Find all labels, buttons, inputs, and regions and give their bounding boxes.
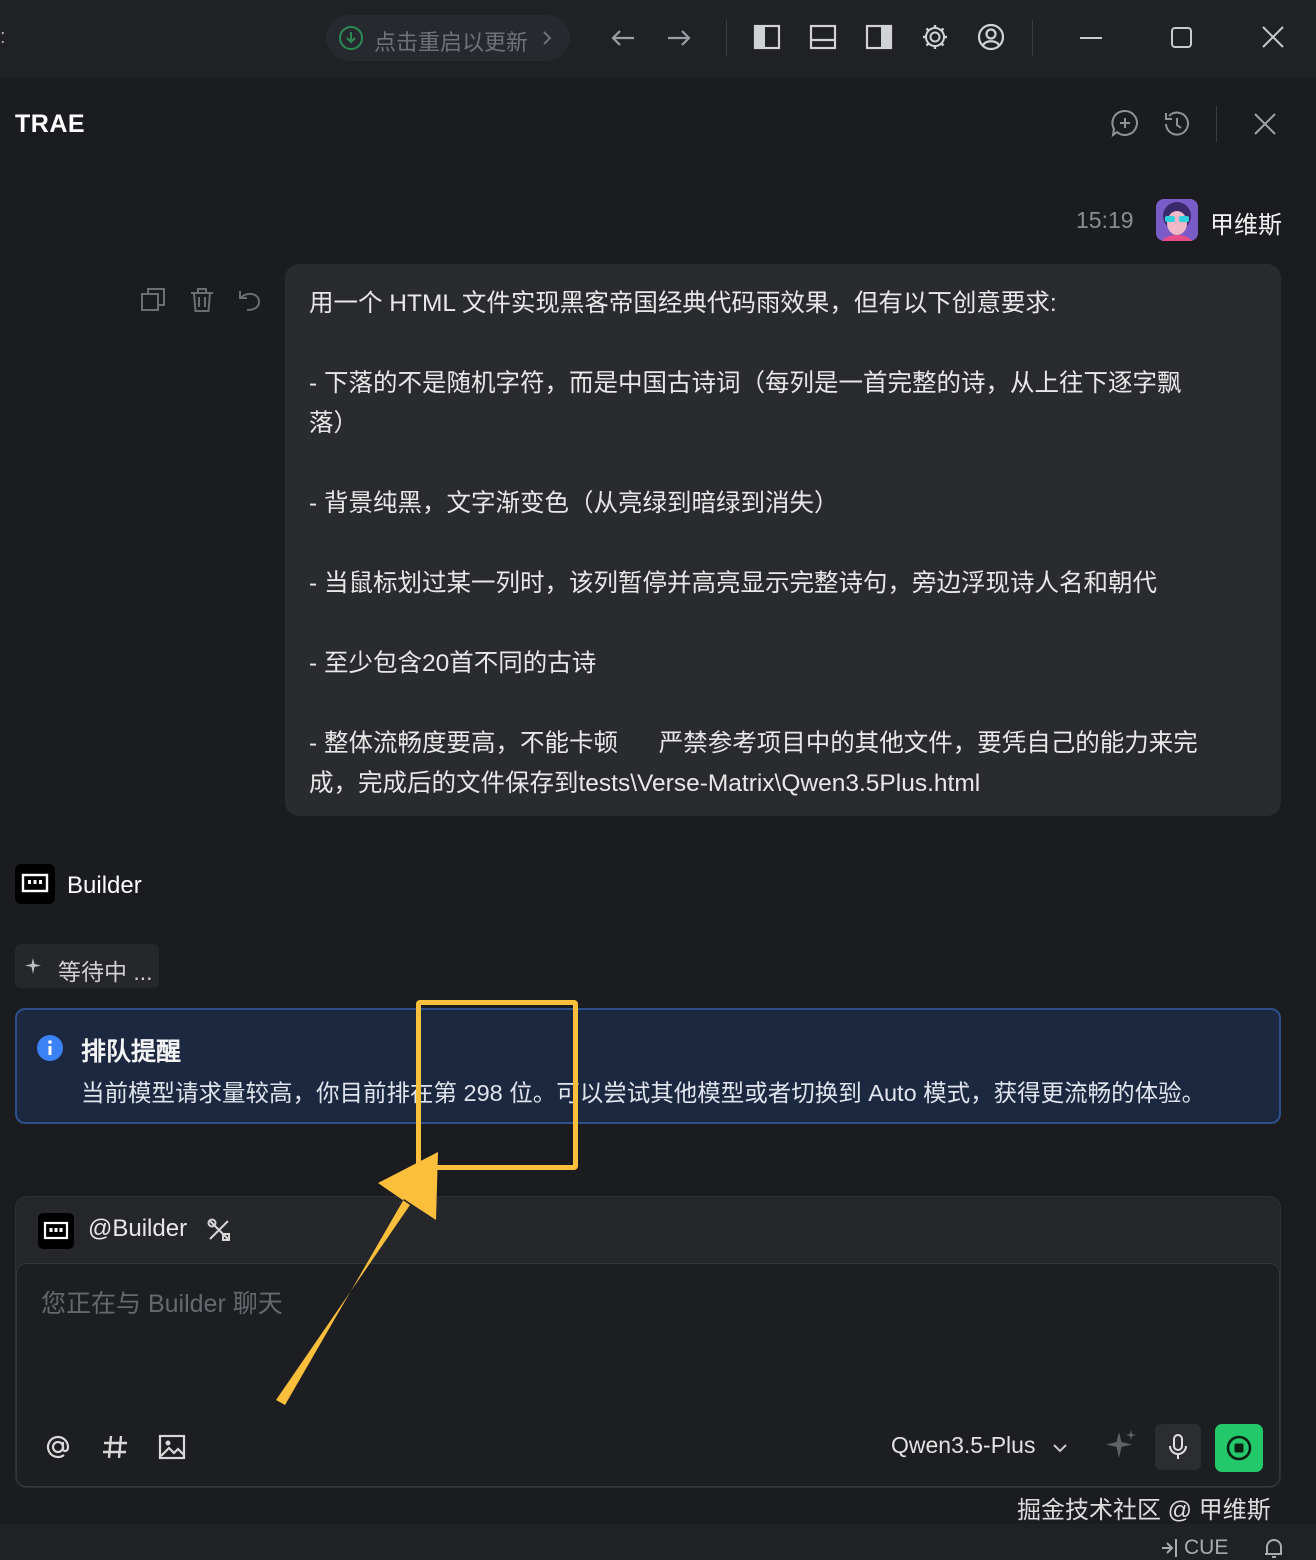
new-chat-icon[interactable]	[1110, 108, 1140, 140]
right-panel-icon[interactable]	[865, 23, 893, 51]
agent-selector[interactable]: @Builder	[16, 1197, 1282, 1263]
message-blank-line	[309, 524, 1257, 564]
download-icon	[338, 25, 364, 51]
user-name: 甲维斯	[1210, 212, 1282, 239]
separator	[1216, 106, 1217, 142]
message-line: - 整体流畅度要高，不能卡顿 严禁参考项目中的其他文件，要凭自己的能力来完	[309, 730, 1198, 757]
left-panel-icon[interactable]	[753, 23, 781, 51]
status-bar	[0, 1524, 1316, 1560]
queue-notice: 排队提醒 当前模型请求量较高，你目前排在第 298 位。可以尝试其他模型或者切换…	[15, 1008, 1281, 1124]
chevron-down-icon[interactable]	[1051, 1439, 1069, 1457]
info-icon	[36, 1034, 64, 1062]
undo-icon[interactable]	[236, 286, 264, 314]
sparkle-icon[interactable]	[1105, 1428, 1139, 1462]
history-icon[interactable]	[1162, 108, 1192, 140]
copy-icon[interactable]	[139, 286, 167, 314]
chat-input-placeholder: 您正在与 Builder 聊天	[41, 1290, 283, 1318]
chevron-right-icon	[540, 27, 554, 49]
agent-label: @Builder	[88, 1215, 188, 1242]
account-icon[interactable]	[977, 23, 1005, 51]
restart-to-update-button[interactable]: 点击重启以更新	[326, 15, 570, 61]
microphone-icon	[1155, 1424, 1201, 1470]
message-blank-line	[309, 604, 1257, 644]
message-blank-line	[309, 324, 1257, 364]
update-label: 点击重启以更新	[374, 30, 529, 55]
message-blank-line	[309, 684, 1257, 724]
title-bar: : 点击重启以更新	[0, 0, 1316, 78]
builder-logo-icon	[15, 864, 55, 904]
at-icon[interactable]	[43, 1432, 73, 1462]
separator	[726, 20, 727, 56]
waiting-label: 等待中 ...	[58, 959, 153, 985]
microphone-button[interactable]	[1155, 1424, 1201, 1470]
close-panel-icon[interactable]	[1252, 108, 1278, 140]
delete-icon[interactable]	[188, 286, 216, 314]
message-blank-line	[309, 444, 1257, 484]
image-icon[interactable]	[157, 1432, 187, 1462]
close-icon[interactable]	[1260, 23, 1286, 51]
forward-arrow-icon[interactable]	[664, 23, 694, 53]
bottom-panel-icon[interactable]	[809, 23, 837, 51]
maximize-icon[interactable]	[1169, 23, 1195, 51]
hash-icon[interactable]	[100, 1432, 130, 1462]
sparkle-icon	[25, 957, 43, 975]
highlight-box	[416, 1000, 578, 1170]
cue-label: CUE	[1184, 1536, 1229, 1559]
waiting-status: 等待中 ...	[15, 944, 159, 988]
user-message-bubble: 用一个 HTML 文件实现黑客帝国经典代码雨效果，但有以下创意要求: - 下落的…	[285, 264, 1281, 816]
bell-icon[interactable]	[1262, 1536, 1286, 1560]
chat-input[interactable]: 您正在与 Builder 聊天 Qwen3.5-Plus	[16, 1263, 1280, 1487]
message-line: - 当鼠标划过某一列时，该列暂停并高亮显示完整诗句，旁边浮现诗人名和朝代	[309, 570, 1157, 597]
back-arrow-icon[interactable]	[608, 23, 638, 53]
message-line: - 至少包含20首不同的古诗	[309, 650, 597, 677]
stop-icon	[1215, 1424, 1263, 1472]
builder-name: Builder	[67, 872, 142, 899]
model-selector[interactable]: Qwen3.5-Plus	[891, 1432, 1035, 1459]
message-line: 成，完成后的文件保存到tests\Verse-Matrix\Qwen3.5Plu…	[309, 770, 981, 797]
watermark: 掘金技术社区 @ 甲维斯	[1017, 1497, 1271, 1524]
clipped-label: :	[0, 26, 6, 48]
message-line: 落）	[309, 410, 358, 437]
minimize-icon[interactable]	[1078, 23, 1104, 51]
tools-icon[interactable]	[206, 1217, 232, 1243]
gear-icon[interactable]	[921, 23, 949, 51]
panel-title: TRAE	[15, 110, 86, 138]
queue-message: 当前模型请求量较高，你目前排在第 298 位。可以尝试其他模型或者切换到 Aut…	[81, 1080, 1206, 1106]
cue-status[interactable]: CUE	[1160, 1536, 1228, 1560]
message-line: 用一个 HTML 文件实现黑客帝国经典代码雨效果，但有以下创意要求:	[309, 290, 1057, 317]
message-line: - 下落的不是随机字符，而是中国古诗词（每列是一首完整的诗，从上往下逐字飘	[309, 370, 1182, 397]
separator	[1032, 20, 1033, 56]
cue-icon	[1160, 1537, 1184, 1559]
queue-title: 排队提醒	[81, 1038, 182, 1066]
message-timestamp: 15:19	[1076, 207, 1134, 233]
stop-button[interactable]	[1215, 1424, 1263, 1472]
avatar[interactable]	[1156, 199, 1198, 241]
message-line: - 背景纯黑，文字渐变色（从亮绿到暗绿到消失）	[309, 490, 839, 517]
builder-logo-icon	[38, 1213, 74, 1249]
chat-input-panel: @Builder 您正在与 Builder 聊天 Qwen3.5-Plus	[15, 1196, 1281, 1488]
